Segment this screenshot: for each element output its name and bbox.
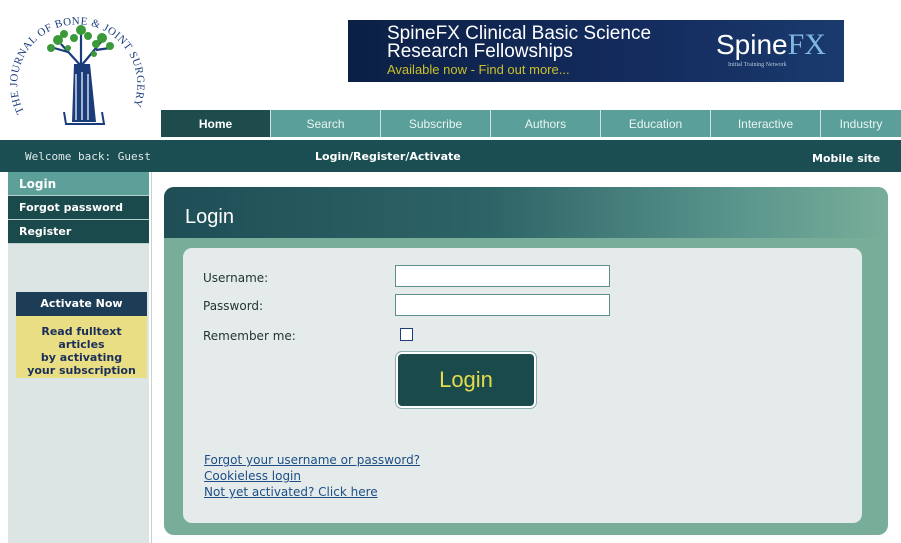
remember-me-checkbox[interactable]	[400, 328, 413, 341]
banner-line2: Research Fellowships	[387, 41, 573, 62]
forgot-credentials-link[interactable]: Forgot your username or password?	[204, 453, 420, 467]
page-title: Login	[185, 206, 234, 228]
brand-subtitle: Initial Training Network	[728, 62, 787, 68]
cookieless-login-link[interactable]: Cookieless login	[204, 469, 301, 483]
login-panel: Login Username: Password: Remember me: L…	[164, 187, 888, 535]
spinefx-banner[interactable]: SpineFX Clinical Basic Science Research …	[348, 20, 844, 82]
password-input[interactable]	[395, 294, 610, 316]
spinefx-logo: SpineFX Initial Training Network	[716, 28, 836, 72]
password-label: Password:	[203, 299, 264, 313]
username-input[interactable]	[395, 265, 610, 287]
activate-line1: Read fulltext articles	[41, 325, 122, 351]
main-nav: Home Search Subscribe Authors Education …	[161, 110, 901, 137]
activate-heading: Activate Now	[16, 292, 147, 316]
brand-fx: FX	[787, 28, 826, 61]
journal-logo[interactable]: THE JOURNAL OF BONE & JOINT SURGERY (BR)	[2, 0, 152, 134]
sidebar: Login Forgot password Register Activate …	[8, 172, 149, 543]
activate-line3: your subscription	[27, 364, 136, 377]
login-panel-header: Login	[164, 187, 888, 238]
username-label: Username:	[203, 271, 269, 285]
login-form: Username: Password: Remember me: Login F…	[183, 248, 862, 523]
sidebar-item-login[interactable]: Login	[8, 172, 149, 196]
mobile-site-link[interactable]: Mobile site	[812, 152, 880, 165]
tab-subscribe[interactable]: Subscribe	[381, 110, 491, 137]
welcome-greeting: Welcome back: Guest	[25, 150, 151, 163]
sidebar-item-forgot-password[interactable]: Forgot password	[8, 196, 149, 220]
remember-me-label: Remember me:	[203, 329, 296, 343]
content-divider	[151, 172, 152, 543]
tab-authors[interactable]: Authors	[491, 110, 601, 137]
login-register-activate-link[interactable]: Login/Register/Activate	[315, 150, 461, 163]
activate-now-box[interactable]: Activate Now Read fulltext articles by a…	[16, 292, 147, 378]
welcome-bar: Welcome back: Guest Login/Register/Activ…	[0, 140, 901, 172]
brand-name: Spine	[716, 29, 788, 60]
login-button[interactable]: Login	[396, 352, 536, 408]
tab-industry[interactable]: Industry	[821, 110, 901, 137]
tab-home[interactable]: Home	[161, 110, 271, 137]
tab-education[interactable]: Education	[601, 110, 711, 137]
activate-body: Read fulltext articles by activating you…	[16, 316, 147, 377]
activate-line2: by activating	[40, 351, 123, 364]
banner-line3: Available now - Find out more...	[387, 62, 570, 77]
header: THE JOURNAL OF BONE & JOINT SURGERY (BR)…	[0, 0, 901, 138]
sidebar-item-register[interactable]: Register	[8, 220, 149, 244]
tab-interactive[interactable]: Interactive	[711, 110, 821, 137]
not-activated-link[interactable]: Not yet activated? Click here	[204, 485, 378, 499]
tab-search[interactable]: Search	[271, 110, 381, 137]
